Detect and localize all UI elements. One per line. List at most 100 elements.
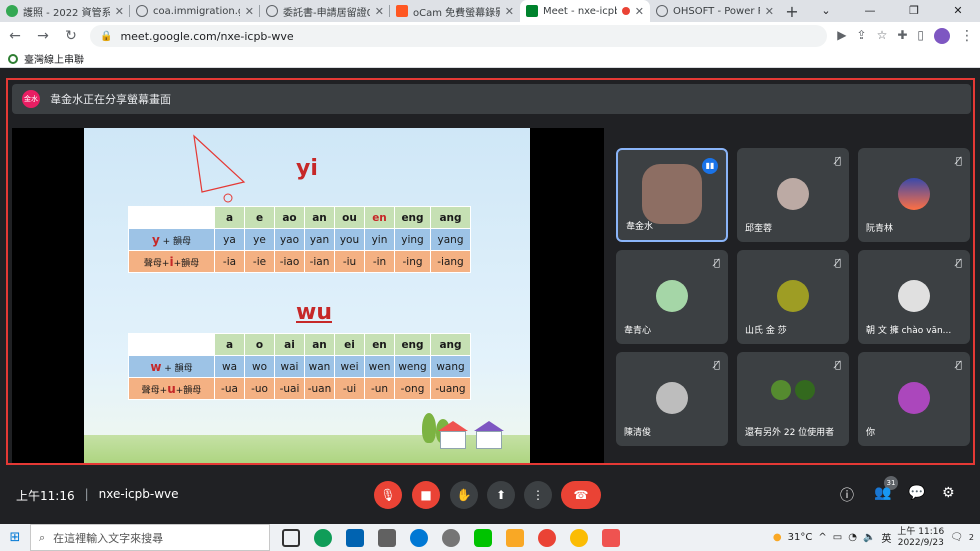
edge-icon[interactable] <box>314 528 332 547</box>
lock-icon[interactable]: 🔒 <box>100 31 112 42</box>
participant-tile[interactable]: 🎙̸ 陳清俊 <box>616 352 728 446</box>
yi-table: a e ao an ou en eng ang y + 韻母 ya ye yao… <box>128 206 471 273</box>
participant-tile[interactable]: ▮▮ 韋金水 <box>616 148 728 242</box>
minimize-icon[interactable]: — <box>848 0 892 22</box>
mic-toggle-button[interactable]: 🎙 <box>374 481 402 509</box>
table-header: a <box>214 333 245 356</box>
participant-tile[interactable]: 🎙̸ 韋青心 <box>616 250 728 344</box>
forward-icon[interactable]: → <box>34 28 52 44</box>
close-icon[interactable]: ✕ <box>635 5 644 18</box>
browser-tab-4[interactable]: oCam 免費螢幕錄影 ✕ <box>390 0 520 22</box>
avatar <box>656 280 688 312</box>
more-options-button[interactable]: ⋮ <box>524 481 552 509</box>
sidebar-icon[interactable]: ▯ <box>917 28 924 44</box>
table-row: 聲母+u+韻母 -ua -uo -uai -uan -ui -un -ong -… <box>128 377 471 400</box>
browser-tab-meet[interactable]: Meet - nxe-icpb ✕ <box>520 0 650 22</box>
avatar <box>898 178 930 210</box>
globe-icon <box>136 5 148 17</box>
task-view-icon[interactable] <box>282 528 300 547</box>
camera-toggle-button[interactable]: ■ <box>412 481 440 509</box>
participant-tile[interactable]: 🎙̸ 朝 文 擁 chào văn... <box>858 250 970 344</box>
browser-tab-1[interactable]: 護照 - 2022 資管系副 ✕ <box>0 0 130 22</box>
wifi-icon[interactable]: ◔ <box>848 532 857 543</box>
weather-temp[interactable]: 31°C <box>788 532 813 543</box>
table-cell: ya <box>214 228 245 251</box>
calculator-icon[interactable] <box>378 528 396 547</box>
taskbar-search[interactable]: ⌕ 在這裡輸入文字來搜尋 <box>30 524 270 551</box>
line-icon[interactable] <box>474 528 492 547</box>
more-icon[interactable]: ⋮ <box>960 28 974 44</box>
participant-tile[interactable]: 🎙̸ 還有另外 22 位使用者 <box>737 352 849 446</box>
table-header: ang <box>430 206 471 229</box>
hangup-icon: ☎ <box>573 488 589 502</box>
table-cell: wo <box>244 355 275 378</box>
files-icon[interactable] <box>506 528 524 547</box>
table-cell: -uai <box>274 377 305 400</box>
participant-name: 山氏 金 莎 <box>745 326 787 336</box>
raise-hand-button[interactable]: ✋ <box>450 481 478 509</box>
network-icon[interactable]: ▭ <box>833 532 842 543</box>
chat-icon[interactable]: 💬 <box>908 485 925 501</box>
camera-icon[interactable]: ▶ <box>837 28 846 44</box>
tab-search-icon[interactable]: ⌄ <box>804 0 848 22</box>
back-icon[interactable]: ← <box>6 28 24 44</box>
new-tab-button[interactable]: + <box>780 0 804 22</box>
edge-browser-icon[interactable] <box>410 528 428 547</box>
browser-tab-6[interactable]: OHSOFT - Power PC ✕ <box>650 0 780 22</box>
presentation-view: yi a e ao an ou en eng ang y + 韻母 ya ye <box>12 128 604 463</box>
windows-start-icon[interactable]: ⊞ <box>0 530 30 545</box>
close-icon[interactable]: ✕ <box>375 5 384 18</box>
settings-icon[interactable] <box>442 528 460 547</box>
table-header: ou <box>334 206 365 229</box>
input-language[interactable]: 英 <box>881 530 891 545</box>
notification-icon[interactable]: 🗨 <box>950 532 963 543</box>
reload-icon[interactable]: ↻ <box>62 28 80 44</box>
restore-icon[interactable]: ❐ <box>892 0 936 22</box>
address-bar[interactable]: 🔒 meet.google.com/nxe-icpb-wve <box>90 25 828 47</box>
participant-tile[interactable]: 🎙̸ 山氏 金 莎 <box>737 250 849 344</box>
mic-off-icon: 🎙̸ <box>834 258 841 269</box>
bookmark-item[interactable]: 臺灣線上串聯 <box>24 51 84 66</box>
close-window-icon[interactable]: ✕ <box>936 0 980 22</box>
participant-video <box>642 164 702 224</box>
close-icon[interactable]: ✕ <box>115 5 124 18</box>
url-text: meet.google.com/nxe-icpb-wve <box>120 29 294 43</box>
browser-tab-3[interactable]: 委託書-申請居留證09 ✕ <box>260 0 390 22</box>
table-cell: yao <box>274 228 305 251</box>
table-header: o <box>244 333 275 356</box>
share-icon[interactable]: ⇪ <box>857 28 867 44</box>
close-icon[interactable]: ✕ <box>505 5 514 18</box>
chrome-profile-icon[interactable] <box>570 528 588 547</box>
info-icon[interactable]: ⓘ <box>840 485 854 505</box>
present-button[interactable]: ⬆ <box>487 481 515 509</box>
clock[interactable]: 上午 11:16 2022/9/23 <box>897 527 944 549</box>
volume-icon[interactable]: 🔈 <box>863 532 875 543</box>
participant-tile[interactable]: 🎙̸ 邱奎蓉 <box>737 148 849 242</box>
browser-tab-2[interactable]: coa.immigration.gov ✕ <box>130 0 260 22</box>
people-icon[interactable]: 👥 <box>874 485 891 501</box>
extensions-icon[interactable]: ✚ <box>897 28 907 44</box>
close-icon[interactable]: ✕ <box>245 5 254 18</box>
mic-off-icon: 🎙̸ <box>834 360 841 371</box>
slide: yi a e ao an ou en eng ang y + 韻母 ya ye <box>84 128 530 463</box>
table-cell: -iu <box>334 250 365 273</box>
row-label: 聲母+i+韻母 <box>128 250 215 273</box>
leave-call-button[interactable]: ☎ <box>561 481 601 509</box>
table-cell: -uang <box>430 377 471 400</box>
participant-tile[interactable]: 🎙̸ 阮青林 <box>858 148 970 242</box>
star-icon[interactable]: ☆ <box>877 28 888 44</box>
table-cell: you <box>334 228 365 251</box>
table-cell: weng <box>394 355 431 378</box>
app-icon[interactable] <box>602 528 620 547</box>
close-icon[interactable]: ✕ <box>765 5 774 18</box>
bookmark-icon <box>8 53 18 64</box>
photos-icon[interactable] <box>346 528 364 547</box>
row-label: w + 韻母 <box>128 355 215 378</box>
activities-icon[interactable]: ⚙ <box>942 485 955 501</box>
profile-avatar[interactable] <box>934 28 950 44</box>
participant-tile[interactable]: 🎙̸ 你 <box>858 352 970 446</box>
weather-icon[interactable]: ● <box>773 532 782 543</box>
windows-taskbar: ⊞ ⌕ 在這裡輸入文字來搜尋 ● 31°C ^ ▭ ◔ 🔈 英 上午 11:16… <box>0 524 980 551</box>
chrome-icon[interactable] <box>538 528 556 547</box>
show-hidden-icon[interactable]: ^ <box>818 532 826 543</box>
